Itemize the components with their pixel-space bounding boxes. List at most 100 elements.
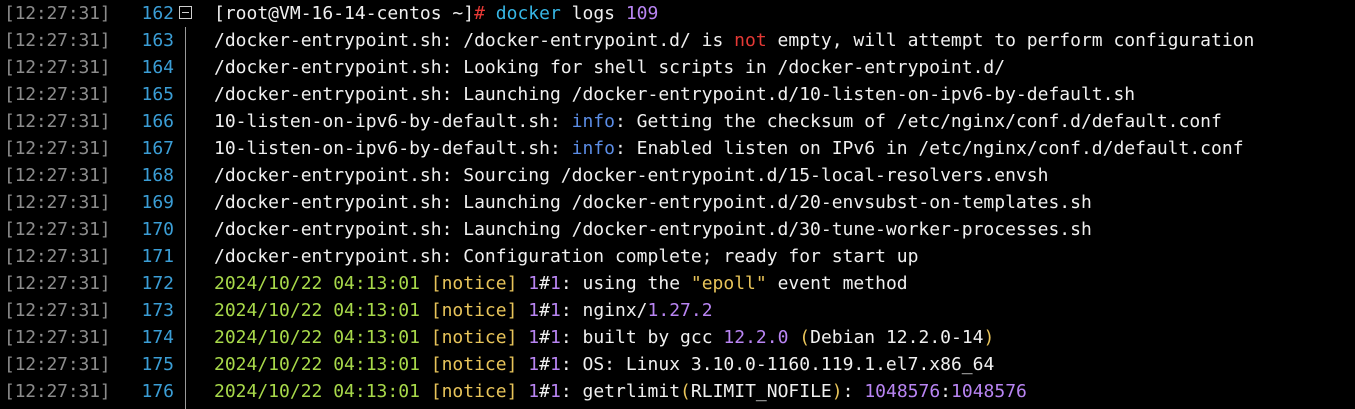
text-segment: event method xyxy=(766,273,908,294)
text-segment: logs xyxy=(560,3,626,24)
line-number: 163 xyxy=(141,30,174,51)
line-timestamp: [12:27:31] xyxy=(4,138,111,159)
text-segment xyxy=(420,273,431,294)
line-number: 168 xyxy=(141,165,174,186)
line-timestamp: [12:27:31] xyxy=(4,300,111,321)
text-segment xyxy=(788,327,799,348)
terminal-line: [12:27:31] 176 2024/10/22 04:13:01 [notice… xyxy=(0,378,1355,405)
terminal-line: [12:27:31] 168/docker-entrypoint.sh: Sour… xyxy=(0,162,1355,189)
text-segment: ready for start up xyxy=(712,246,919,267)
line-timestamp: [12:27:31] xyxy=(4,30,111,51)
fold-collapse-icon[interactable] xyxy=(179,6,192,19)
text-segment xyxy=(420,327,431,348)
text-segment: ) xyxy=(983,327,995,348)
line-timestamp: [12:27:31] xyxy=(4,111,111,132)
line-number: 166 xyxy=(141,111,174,132)
text-segment: : xyxy=(842,381,865,402)
line-number: 175 xyxy=(141,354,174,375)
text-segment: not xyxy=(734,30,767,51)
text-segment: [notice] xyxy=(430,327,518,348)
text-segment: [notice] xyxy=(430,381,518,402)
text-segment: : using the xyxy=(560,273,691,294)
text-segment: /docker-entrypoint.sh: Launching /docker… xyxy=(214,84,1136,105)
text-segment: 1 xyxy=(528,300,540,321)
text-segment: # xyxy=(539,327,550,348)
line-content: /docker-entrypoint.sh: Launching /docker… xyxy=(214,189,1092,216)
text-segment: 12.2.0 xyxy=(723,327,789,348)
text-segment xyxy=(420,354,431,375)
text-segment: ) xyxy=(831,381,843,402)
text-segment xyxy=(517,354,528,375)
line-number: 176 xyxy=(141,381,174,402)
line-timestamp: [12:27:31] xyxy=(4,57,111,78)
text-segment: "epoll" xyxy=(690,273,767,294)
line-content: /docker-entrypoint.sh: Looking for shell… xyxy=(214,54,1005,81)
text-segment: 1 xyxy=(528,273,540,294)
text-segment: : Getting the checksum of /etc/nginx/con… xyxy=(614,111,1222,132)
line-number: 173 xyxy=(141,300,174,321)
line-timestamp: [12:27:31] xyxy=(4,84,111,105)
text-segment xyxy=(517,273,528,294)
text-segment: [root@VM-16-14-centos ~] xyxy=(214,3,475,24)
terminal-line: [12:27:31] 172 2024/10/22 04:13:01 [notice… xyxy=(0,270,1355,297)
line-content: /docker-entrypoint.sh: Launching /docker… xyxy=(214,216,1092,243)
text-segment: /docker-entrypoint.sh: Launching /docker… xyxy=(214,192,1092,213)
line-number: 172 xyxy=(141,273,174,294)
text-segment: 2024/10/22 04:13:01 xyxy=(214,327,420,348)
line-number: 162 xyxy=(141,3,174,24)
text-segment: : xyxy=(940,381,952,402)
text-segment xyxy=(420,381,431,402)
line-number: 164 xyxy=(141,57,174,78)
terminal-output[interactable]: [12:27:31] 162 [root@VM-16-14-centos ~] # d… xyxy=(0,0,1355,409)
line-timestamp: [12:27:31] xyxy=(4,273,111,294)
line-timestamp: [12:27:31] xyxy=(4,3,111,24)
text-segment: [notice] xyxy=(430,300,518,321)
line-content: 10-listen-on-ipv6-by-default.sh: info: G… xyxy=(214,108,1222,135)
line-number: 169 xyxy=(141,192,174,213)
text-segment: 1 xyxy=(549,327,561,348)
text-segment: # xyxy=(539,381,550,402)
text-segment: : OS: Linux 3.10.0-1160.119.1.el7.x86_64 xyxy=(560,354,995,375)
line-number: 165 xyxy=(141,84,174,105)
line-number: 170 xyxy=(141,219,174,240)
text-segment xyxy=(420,300,431,321)
line-content: /docker-entrypoint.sh: Sourcing /docker-… xyxy=(214,162,1048,189)
text-segment: ( xyxy=(799,327,811,348)
text-segment: 10-listen-on-ipv6-by-default.sh: xyxy=(214,111,572,132)
terminal-line: [12:27:31] 170/docker-entrypoint.sh: Laun… xyxy=(0,216,1355,243)
text-segment: 1 xyxy=(549,273,561,294)
line-timestamp: [12:27:31] xyxy=(4,327,111,348)
line-timestamp: [12:27:31] xyxy=(4,381,111,402)
line-timestamp: [12:27:31] xyxy=(4,219,111,240)
line-timestamp: [12:27:31] xyxy=(4,246,111,267)
text-segment: 1 xyxy=(528,381,540,402)
text-segment: : getrlimit xyxy=(560,381,681,402)
text-segment: 2024/10/22 04:13:01 xyxy=(214,354,420,375)
line-timestamp: [12:27:31] xyxy=(4,192,111,213)
line-number: 174 xyxy=(141,327,174,348)
text-segment: ( xyxy=(680,381,691,402)
text-segment: /docker-entrypoint.sh: Sourcing /docker-… xyxy=(214,165,1049,186)
line-content: 2024/10/22 04:13:01 [notice] 1#1: OS: Li… xyxy=(214,351,994,378)
line-number: 171 xyxy=(141,246,174,267)
text-segment: [notice] xyxy=(430,354,518,375)
line-content: 2024/10/22 04:13:01 [notice] 1#1: using … xyxy=(214,270,908,297)
text-segment: ; xyxy=(701,246,713,267)
text-segment: docker xyxy=(495,3,561,24)
text-segment: Debian 12.2.0-14 xyxy=(810,327,984,348)
text-segment: 1 xyxy=(549,300,561,321)
line-number: 167 xyxy=(141,138,174,159)
terminal-line: [12:27:31] 166 10-listen-on-ipv6-by-defaul… xyxy=(0,108,1355,135)
terminal-line: [12:27:31] 169/docker-entrypoint.sh: Laun… xyxy=(0,189,1355,216)
text-segment: 10-listen-on-ipv6-by-default.sh: xyxy=(214,138,572,159)
text-segment: 1 xyxy=(528,327,540,348)
terminal-line: [12:27:31] 162 [root@VM-16-14-centos ~]# d… xyxy=(0,0,1355,27)
text-segment: : built by gcc xyxy=(560,327,724,348)
line-content: /docker-entrypoint.sh: Configuration com… xyxy=(214,243,918,270)
text-segment: # xyxy=(539,354,550,375)
terminal-line: [12:27:31] 175 2024/10/22 04:13:01 [notice… xyxy=(0,351,1355,378)
text-segment: 2024/10/22 04:13:01 xyxy=(214,381,420,402)
text-segment: 2024/10/22 04:13:01 xyxy=(214,273,420,294)
text-segment: /docker-entrypoint.sh: Launching /docker… xyxy=(214,219,1092,240)
text-segment: # xyxy=(539,273,550,294)
